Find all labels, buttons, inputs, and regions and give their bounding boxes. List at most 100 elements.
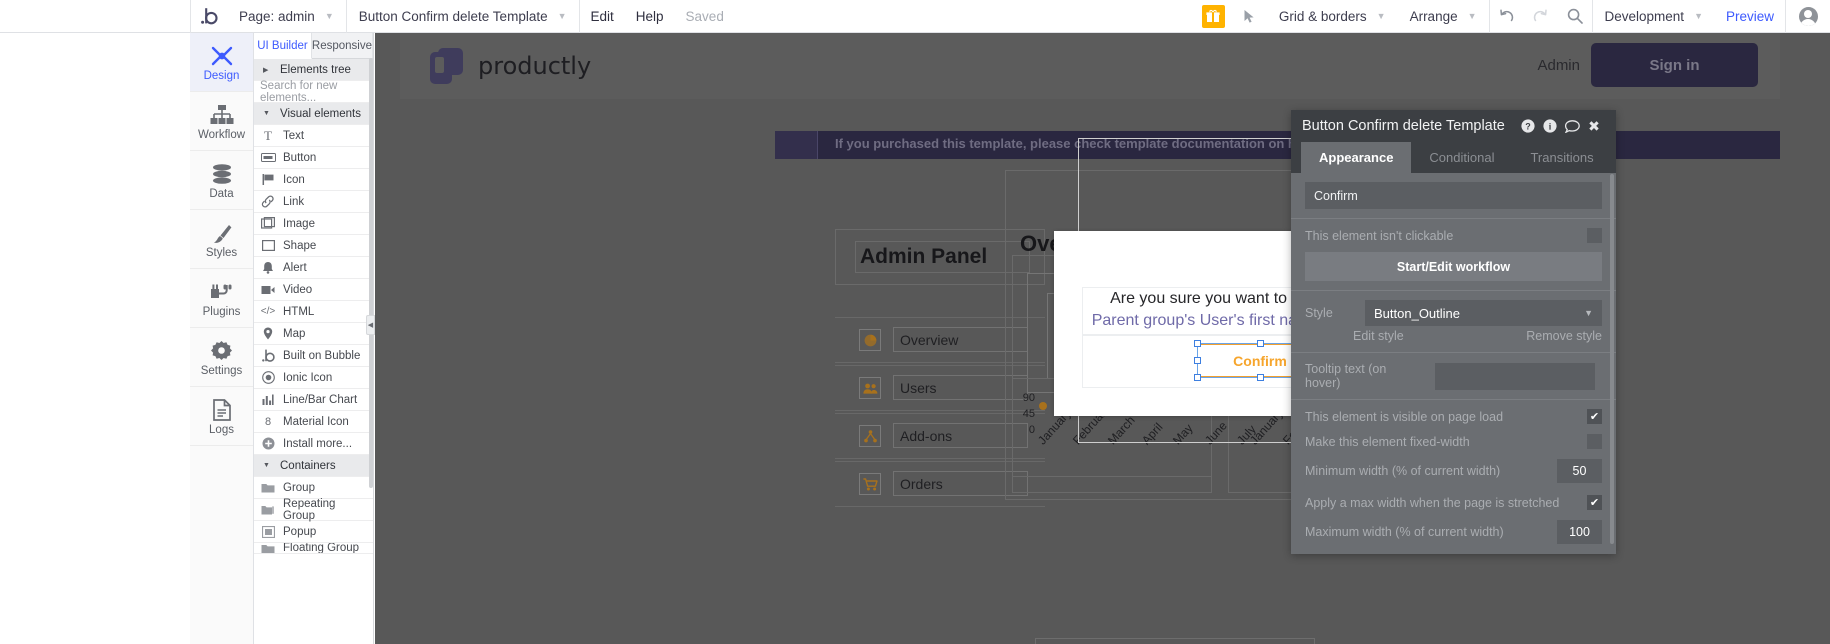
preview-button[interactable]: Preview (1715, 0, 1785, 33)
close-icon[interactable]: ✖ (1583, 110, 1605, 142)
sidebar-label-workflow: Workflow (197, 128, 246, 141)
sidebar-item-workflow[interactable]: Workflow (190, 92, 253, 151)
sidebar-item-design[interactable]: Design (190, 33, 253, 92)
element-item-ionic-icon[interactable]: Ionic Icon (254, 367, 373, 389)
sidebar-item-data[interactable]: Data (190, 151, 253, 210)
element-item-map[interactable]: Map (254, 323, 373, 345)
max-width-stretch-label: Apply a max width when the page is stret… (1305, 495, 1560, 510)
element-label: HTML (283, 305, 315, 318)
bubble-logo-icon[interactable] (191, 0, 227, 33)
comment-icon[interactable] (1561, 110, 1583, 142)
element-item-link[interactable]: Link (254, 191, 373, 213)
style-select-value: Button_Outline (1374, 305, 1461, 321)
element-item-button[interactable]: Button (254, 147, 373, 169)
element-label: Shape (283, 239, 317, 252)
not-clickable-checkbox[interactable] (1587, 228, 1602, 243)
tooltip-label: Tooltip text (on hover) (1305, 362, 1387, 390)
property-panel-scrollbar[interactable] (1610, 174, 1614, 544)
grid-borders-menu[interactable]: Grid & borders ▼ (1267, 0, 1398, 33)
element-label: Link (283, 195, 305, 208)
element-item-text[interactable]: T Text (254, 125, 373, 147)
pointer-tool-icon[interactable] (1233, 0, 1267, 33)
resize-handle-tc[interactable] (1257, 340, 1264, 347)
section-containers[interactable]: ▼ Containers (254, 455, 373, 477)
element-label: Material Icon (283, 415, 349, 428)
tab-responsive[interactable]: Responsive (312, 33, 373, 58)
sidebar-item-settings[interactable]: Settings (190, 328, 253, 387)
visible-checkbox[interactable]: ✔ (1587, 409, 1602, 424)
element-item-line-bar-chart[interactable]: Line/Bar Chart (254, 389, 373, 411)
tab-conditional[interactable]: Conditional (1411, 142, 1512, 173)
property-tabs: Appearance Conditional Transitions (1291, 142, 1616, 173)
element-item-alert[interactable]: Alert (254, 257, 373, 279)
resize-handle-ml[interactable] (1194, 357, 1201, 364)
sidebar-item-logs[interactable]: Logs (190, 387, 253, 446)
help-menu[interactable]: Help (625, 0, 675, 33)
collapse-panel-button[interactable]: ◀ (366, 315, 375, 335)
search-icon[interactable] (1558, 0, 1592, 33)
grid-borders-label: Grid & borders (1278, 8, 1367, 24)
edit-menu[interactable]: Edit (580, 0, 625, 33)
sign-in-button[interactable]: Sign in (1591, 43, 1758, 87)
resize-handle-bc[interactable] (1257, 374, 1264, 381)
element-item-popup[interactable]: Popup (254, 521, 373, 543)
bell-icon (260, 261, 276, 275)
button-text-input[interactable]: Confirm (1305, 182, 1602, 209)
sidebar-item-plugins[interactable]: Plugins (190, 269, 253, 328)
element-selector[interactable]: Button Confirm delete Template ▼ (347, 0, 579, 33)
workflow-icon (210, 102, 234, 126)
max-width-stretch-checkbox[interactable]: ✔ (1587, 495, 1602, 510)
max-width-row: Maximum width (% of current width) 100 (1291, 515, 1616, 554)
min-width-label: Minimum width (% of current width) (1305, 464, 1501, 478)
page-selector[interactable]: Page: admin ▼ (227, 0, 346, 33)
max-width-stretch-row[interactable]: Apply a max width when the page is stret… (1291, 488, 1616, 515)
chevron-down-icon: ▼ (263, 110, 270, 117)
gift-icon[interactable] (1201, 4, 1225, 28)
search-input[interactable]: Search for new elements... (254, 80, 373, 104)
resize-handle-bl[interactable] (1194, 374, 1201, 381)
section-visual-elements[interactable]: ▼ Visual elements (254, 103, 373, 125)
element-item-material-icon[interactable]: 8 Material Icon (254, 411, 373, 433)
redo-icon[interactable] (1524, 0, 1558, 33)
tab-appearance[interactable]: Appearance (1301, 142, 1412, 173)
property-editor: Button Confirm delete Template ? i ✖ App… (1291, 110, 1616, 554)
visible-row[interactable]: This element is visible on page load ✔ (1291, 400, 1616, 429)
popup-icon (260, 525, 276, 539)
fixed-width-row[interactable]: Make this element fixed-width (1291, 429, 1616, 454)
info-circle-icon[interactable]: i (1539, 110, 1561, 142)
edit-style-link[interactable]: Edit style (1353, 329, 1404, 343)
element-item-icon[interactable]: Icon (254, 169, 373, 191)
video-icon (260, 283, 276, 297)
remove-style-link[interactable]: Remove style (1526, 329, 1602, 343)
fixed-width-checkbox[interactable] (1587, 434, 1602, 449)
arrange-menu[interactable]: Arrange ▼ (1398, 0, 1489, 33)
avatar[interactable] (1786, 0, 1830, 33)
sidebar-item-styles[interactable]: Styles (190, 210, 253, 269)
max-width-input[interactable]: 100 (1557, 520, 1602, 544)
element-item-group[interactable]: Group (254, 477, 373, 499)
element-item-floating-group[interactable]: Floating Group (254, 543, 373, 554)
element-item-built-on-bubble[interactable]: Built on Bubble (254, 345, 373, 367)
start-edit-workflow-button[interactable]: Start/Edit workflow (1305, 252, 1602, 281)
version-selector[interactable]: Development ▼ (1593, 0, 1715, 33)
min-width-input[interactable]: 50 (1557, 459, 1602, 483)
tooltip-input[interactable] (1435, 362, 1595, 390)
element-item-video[interactable]: Video (254, 279, 373, 301)
element-item-image[interactable]: Image (254, 213, 373, 235)
help-circle-icon[interactable]: ? (1517, 110, 1539, 142)
tab-transitions[interactable]: Transitions (1512, 142, 1611, 173)
not-clickable-row[interactable]: This element isn't clickable (1291, 219, 1616, 252)
tab-ui-builder[interactable]: UI Builder (254, 33, 312, 59)
element-item-repeating-group[interactable]: Repeating Group (254, 498, 373, 522)
undo-icon[interactable] (1490, 0, 1524, 33)
panel-scrollbar[interactable] (369, 58, 373, 558)
element-item-html[interactable]: </> HTML (254, 301, 373, 323)
header-admin-link[interactable]: Admin (1537, 57, 1580, 74)
element-item-shape[interactable]: Shape (254, 235, 373, 257)
resize-handle-tl[interactable] (1194, 340, 1201, 347)
element-item-install-more[interactable]: Install more... (254, 433, 373, 455)
chevron-down-icon: ▼ (263, 462, 270, 469)
style-select[interactable]: Button_Outline ▼ (1365, 300, 1602, 326)
min-width-row: Minimum width (% of current width) 50 (1291, 454, 1616, 488)
elements-tree-toggle[interactable]: ▶ Elements tree (254, 59, 373, 81)
